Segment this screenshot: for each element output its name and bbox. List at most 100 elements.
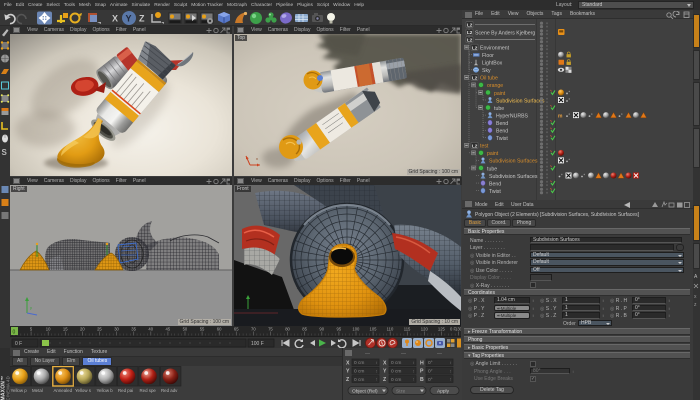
svg-text:105: 105 <box>370 327 378 332</box>
svg-text:B: B <box>420 377 424 383</box>
svg-text:0 cm: 0 cm <box>391 377 401 383</box>
svg-text:—: — <box>401 351 406 357</box>
svg-text:Red spe: Red spe <box>140 388 157 393</box>
svg-text:35: 35 <box>131 327 136 332</box>
svg-text:Annealed: Annealed <box>54 388 73 393</box>
svg-text:y: y <box>30 305 32 310</box>
svg-text:0 F: 0 F <box>15 341 22 347</box>
svg-text:—: — <box>365 351 370 357</box>
svg-text:0 cm: 0 cm <box>354 369 364 375</box>
svg-text:Yellow p: Yellow p <box>11 388 28 393</box>
svg-text:Twist: Twist <box>496 136 508 142</box>
svg-text:↕: ↕ <box>413 360 415 365</box>
svg-text:110: 110 <box>387 327 394 332</box>
svg-text:Environment: Environment <box>480 45 510 51</box>
svg-text:A: A <box>694 274 698 280</box>
svg-text:15: 15 <box>63 327 68 332</box>
svg-text:Y: Y <box>126 14 132 24</box>
svg-text:75: 75 <box>268 327 273 332</box>
svg-text:L2: L2 <box>472 45 478 50</box>
svg-text:Y: Y <box>383 369 387 375</box>
svg-text:0 cm: 0 cm <box>391 369 401 375</box>
svg-text:Oil tube: Oil tube <box>480 76 498 82</box>
svg-text:H: H <box>420 360 424 366</box>
svg-text:paint: paint <box>494 91 506 97</box>
svg-text:0: 0 <box>13 330 16 336</box>
svg-text:—: — <box>437 351 442 357</box>
svg-text:Floor: Floor <box>482 53 494 59</box>
svg-text:↕: ↕ <box>413 368 415 373</box>
svg-text:L2: L2 <box>472 75 478 80</box>
svg-text:40: 40 <box>148 327 153 332</box>
svg-text:Size: Size <box>396 389 406 395</box>
svg-text:LightBox: LightBox <box>482 61 503 67</box>
svg-text:0°: 0° <box>428 369 433 375</box>
svg-text:10: 10 <box>46 327 51 332</box>
svg-text:Metal: Metal <box>32 388 43 393</box>
svg-text:X: X <box>346 360 350 366</box>
svg-text:↕: ↕ <box>413 377 415 382</box>
svg-text:115: 115 <box>404 327 411 332</box>
svg-text:100 F: 100 F <box>251 341 264 347</box>
svg-text:Bend: Bend <box>496 129 508 135</box>
svg-text:L2: L2 <box>472 143 478 148</box>
svg-text:HyperNURBS: HyperNURBS <box>496 113 529 119</box>
svg-text:L2: L2 <box>467 38 473 43</box>
svg-text:45: 45 <box>166 327 171 332</box>
svg-text:Subdivision Surfaces: Subdivision Surfaces <box>489 174 538 180</box>
svg-text:↕: ↕ <box>376 360 378 365</box>
svg-text:Twist: Twist <box>489 189 501 195</box>
svg-text:0 cm: 0 cm <box>391 360 401 366</box>
svg-text:P: P <box>420 369 424 375</box>
svg-text:Scene By Anders Kjelberg: Scene By Anders Kjelberg <box>475 30 535 36</box>
svg-text:95: 95 <box>337 327 342 332</box>
svg-text:S: S <box>2 148 8 157</box>
svg-text:X: X <box>112 14 118 24</box>
svg-text:L2: L2 <box>467 30 473 35</box>
svg-text:50: 50 <box>183 327 188 332</box>
svg-text:Subdivision Surfaces: Subdivision Surfaces <box>489 159 538 165</box>
svg-text:25: 25 <box>97 327 102 332</box>
svg-text:x: x <box>694 294 697 300</box>
svg-text:↕: ↕ <box>450 360 452 365</box>
svg-text:60: 60 <box>217 327 222 332</box>
svg-text:Red adv: Red adv <box>161 388 178 393</box>
svg-text:Bend: Bend <box>489 181 501 187</box>
svg-text:Bend: Bend <box>496 121 508 127</box>
svg-text:↕: ↕ <box>450 377 452 382</box>
svg-text:Red pai: Red pai <box>118 388 133 393</box>
svg-text:0 F: 0 F <box>450 327 456 332</box>
svg-text:↕: ↕ <box>450 368 452 373</box>
svg-text:80: 80 <box>285 327 290 332</box>
svg-text:L2: L2 <box>467 23 473 28</box>
svg-text:Y: Y <box>346 369 350 375</box>
svg-text:70: 70 <box>251 327 256 332</box>
svg-text:55: 55 <box>200 327 205 332</box>
svg-text:m: m <box>558 113 563 119</box>
svg-text:125: 125 <box>438 327 446 332</box>
svg-text:X: X <box>383 360 387 366</box>
svg-text:85: 85 <box>302 327 307 332</box>
svg-text:z: z <box>694 302 697 308</box>
svg-text:tube: tube <box>487 166 497 172</box>
svg-text:orange: orange <box>487 83 503 89</box>
svg-text:0°: 0° <box>428 377 433 383</box>
svg-text:test: test <box>480 144 489 150</box>
svg-text:tube: tube <box>494 106 504 112</box>
svg-text:paint: paint <box>487 151 499 157</box>
svg-text:120: 120 <box>421 327 429 332</box>
svg-text:20: 20 <box>80 327 85 332</box>
svg-text:Object (Rel): Object (Rel) <box>352 389 378 395</box>
svg-text:Sky: Sky <box>482 68 491 74</box>
svg-text:100: 100 <box>352 327 360 332</box>
svg-text:Apply: Apply <box>437 389 450 395</box>
svg-text:65: 65 <box>234 327 239 332</box>
svg-text:30: 30 <box>114 327 119 332</box>
svg-text:Z: Z <box>139 14 145 24</box>
svg-text:x: x <box>256 156 258 161</box>
svg-text:Yellow b: Yellow b <box>97 388 114 393</box>
svg-text:0 cm: 0 cm <box>354 377 364 383</box>
svg-text:0 cm: 0 cm <box>354 360 364 366</box>
svg-text:Subdivision Surfaces: Subdivision Surfaces <box>496 98 545 104</box>
svg-text:↕: ↕ <box>376 368 378 373</box>
